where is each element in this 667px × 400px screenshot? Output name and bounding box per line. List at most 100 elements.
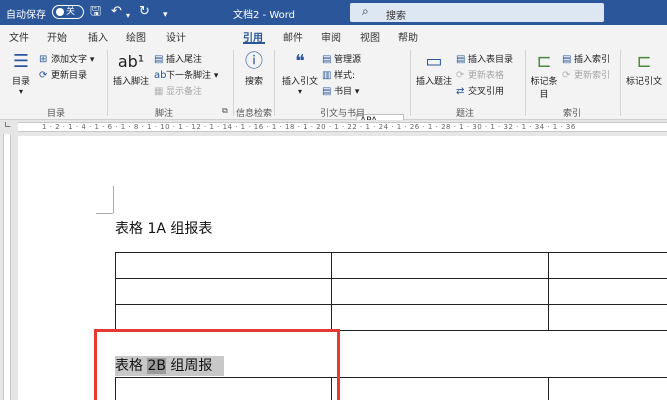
manage-sources-label: 管理源	[334, 55, 362, 65]
update-index-icon: ⟳	[562, 70, 571, 81]
manage-sources-button[interactable]: ▤ 管理源	[322, 52, 361, 65]
bibliography-icon: ▤	[322, 86, 332, 97]
tab-help[interactable]: 帮助	[398, 29, 418, 44]
active-tab-indicator	[243, 42, 265, 44]
mark-entry-button[interactable]: ⊏ 标记条目	[529, 50, 559, 100]
tab-mailings[interactable]: 邮件	[283, 29, 303, 44]
undo-icon[interactable]: ↶	[111, 4, 122, 20]
ribbon: ☰ 目录 ▾ ⊞ 添加文字 ▾ ⟳ 更新目录 目录 ab¹ 插入脚注 ▤ 插入尾注 a…	[0, 46, 667, 128]
update-table-label: 更新表格	[468, 71, 505, 81]
title-bar: 自动保存 关 🖫 ↶ ▾ ↻ ▾ 文档2 - Word ⌕ 搜索	[0, 0, 667, 25]
citation-icon: ❝	[295, 51, 305, 72]
tab-insert[interactable]: 插入	[88, 29, 108, 44]
tab-file[interactable]: 文件	[9, 29, 29, 44]
search-button[interactable]: ⓘ 搜索	[238, 50, 270, 87]
bibliography-label: 书目	[334, 87, 353, 97]
toggle-knob	[56, 8, 64, 16]
show-notes-label: 显示备注	[166, 87, 203, 97]
autosave-state: 关	[66, 7, 76, 17]
next-footnote-label: 下一条脚注	[166, 71, 212, 81]
next-footnote-button[interactable]: ab下一条脚注 ▾	[154, 68, 218, 81]
update-toc-icon: ⟳	[39, 70, 48, 81]
table-border	[548, 377, 549, 400]
update-table-button[interactable]: ⟳ 更新表格	[456, 68, 504, 81]
insert-footnote-label: 插入脚注	[112, 77, 149, 87]
update-toc-button[interactable]: ⟳ 更新目录	[39, 68, 87, 81]
table-border	[548, 252, 549, 331]
search-placeholder: 搜索	[386, 11, 406, 22]
tab-home[interactable]: 开始	[47, 29, 67, 44]
highlight-annotation-box	[94, 329, 340, 400]
mark-entry-icon: ⊏	[536, 51, 552, 72]
ribbon-tabs: 文件 开始 插入 绘图 设计 引用 邮件 审阅 视图 帮助	[0, 25, 667, 46]
customize-toolbar-icon[interactable]: ▾	[163, 7, 168, 23]
show-notes-button[interactable]: ▦ 显示备注	[154, 84, 202, 97]
mark-citation-button[interactable]: ⊏ 标记引文	[624, 50, 664, 87]
toc-group-label: 目录	[47, 109, 66, 119]
mark-citation-label: 标记引文	[625, 77, 662, 87]
table-border	[115, 278, 667, 279]
horizontal-ruler-area: ∟ 1 · 2 · 1 · 4 · 1 · 6 · 1 · 8 · 1 · 10…	[0, 120, 667, 134]
table-of-figures-icon: ▤	[456, 54, 466, 65]
toc-label: 目录	[11, 77, 30, 87]
style-label-container: ▥ 样式:	[322, 68, 355, 81]
search-box[interactable]: ⌕ 搜索	[350, 3, 604, 22]
bibliography-button[interactable]: ▤ 书目 ▾	[322, 84, 359, 97]
tab-design[interactable]: 设计	[166, 29, 186, 44]
horizontal-ruler[interactable]: 1 · 2 · 1 · 4 · 1 · 6 · 1 · 8 · 1 · 10 ·…	[18, 122, 667, 132]
redo-icon[interactable]: ↻	[139, 4, 150, 20]
tab-draw[interactable]: 绘图	[126, 29, 146, 44]
ruler-numbers: 1 · 2 · 1 · 4 · 1 · 6 · 1 · 8 · 1 · 10 ·…	[42, 123, 576, 131]
insert-caption-label: 插入题注	[415, 77, 452, 87]
next-footnote-icon: ab	[154, 70, 167, 81]
separator	[233, 50, 234, 116]
autosave-toggle[interactable]: 关	[52, 5, 84, 19]
footnote-icon: ab¹	[117, 52, 145, 71]
toc-button[interactable]: ☰ 目录 ▾	[6, 50, 36, 96]
citation-dropdown-icon: ▾	[297, 87, 302, 96]
margin-corner-mark	[96, 213, 113, 214]
footnotes-launcher-icon[interactable]: ⧉	[222, 106, 228, 116]
autosave-label: 自动保存	[6, 10, 46, 21]
style-label: 样式:	[334, 71, 356, 81]
table-border	[331, 252, 332, 331]
tab-view[interactable]: 视图	[360, 29, 380, 44]
research-icon: ⓘ	[245, 51, 263, 72]
style-icon: ▥	[322, 70, 332, 81]
cross-reference-button[interactable]: ⇄ 交叉引用	[456, 84, 504, 97]
insert-table-of-figures-button[interactable]: ▤ 插入表目录	[456, 52, 513, 65]
undo-dropdown-icon[interactable]: ▾	[126, 8, 130, 24]
show-notes-icon: ▦	[154, 86, 164, 97]
insert-caption-button[interactable]: ▭ 插入题注	[414, 50, 454, 87]
insert-citation-button[interactable]: ❝ 插入引文 ▾	[280, 50, 320, 96]
save-icon[interactable]: 🖫	[90, 4, 101, 20]
cross-reference-label: 交叉引用	[468, 87, 505, 97]
research-group-label: 信息检索	[236, 109, 273, 119]
update-toc-label: 更新目录	[51, 71, 88, 81]
add-text-button[interactable]: ⊞ 添加文字 ▾	[39, 52, 94, 65]
tab-selector-icon[interactable]: ∟	[4, 121, 12, 131]
separator	[107, 50, 108, 116]
insert-index-button[interactable]: ▤ 插入索引	[562, 52, 610, 65]
document-title: 文档2 - Word	[233, 10, 296, 21]
captions-group-label: 题注	[456, 109, 475, 119]
mark-citation-icon: ⊏	[636, 51, 652, 72]
toc-icon: ☰	[12, 51, 30, 72]
separator	[620, 50, 621, 116]
vertical-ruler[interactable]	[0, 134, 14, 400]
update-table-icon: ⟳	[456, 70, 465, 81]
tab-review[interactable]: 审阅	[321, 29, 341, 44]
insert-index-label: 插入索引	[574, 55, 611, 65]
insert-citation-label: 插入引文	[281, 77, 318, 87]
table-border	[115, 252, 667, 253]
table-caption-1[interactable]: 表格 1A 组报表	[115, 218, 212, 238]
insert-endnote-button[interactable]: ▤ 插入尾注	[154, 52, 202, 65]
update-index-button[interactable]: ⟳ 更新索引	[562, 68, 610, 81]
insert-footnote-button[interactable]: ab¹ 插入脚注	[111, 50, 151, 87]
separator	[410, 50, 411, 116]
update-index-label: 更新索引	[574, 71, 611, 81]
separator	[525, 50, 526, 116]
caption-icon: ▭	[425, 51, 443, 72]
insert-index-icon: ▤	[562, 54, 572, 65]
add-text-label: 添加文字	[51, 55, 88, 65]
